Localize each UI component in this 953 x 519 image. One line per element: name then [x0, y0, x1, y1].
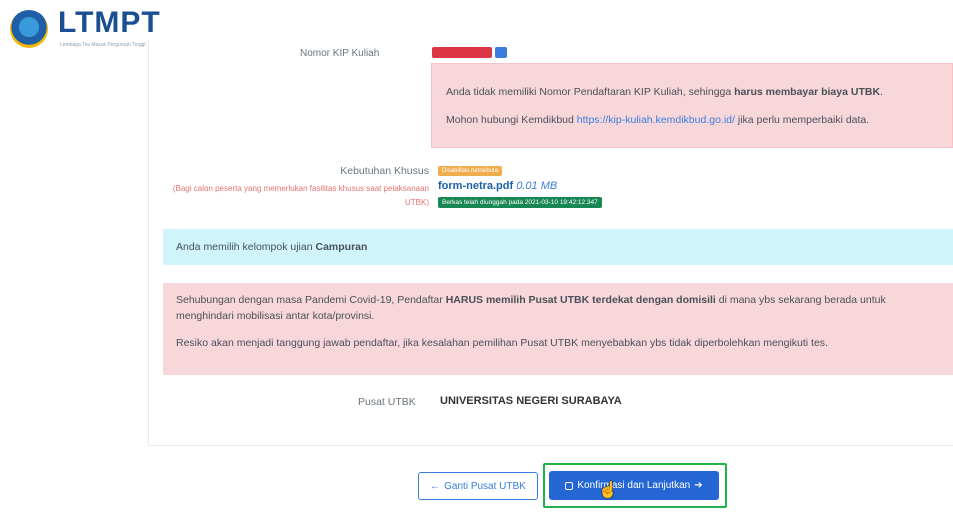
hand-cursor-icon: ☝ [598, 482, 618, 499]
covid-alert-paragraph-1: Sehubungan dengan masa Pandemi Covid-19,… [176, 292, 946, 324]
kelompok-text: Anda memilih kelompok ujian [176, 241, 316, 253]
file-size: 0.01 MB [516, 180, 558, 192]
tut-wuri-handayani-logo-icon [10, 10, 48, 48]
kip-alert: Anda tidak memiliki Nomor Pendaftaran KI… [431, 63, 953, 148]
disability-badge: Disabilitas netra/buta [438, 166, 503, 176]
logo-text: LTMPT [58, 6, 161, 39]
konfirmasi-label: Konfirmasi dan Lanjutkan [577, 480, 691, 491]
arrow-left-icon: ← [430, 480, 441, 492]
ganti-pusat-label: Ganti Pusat UTBK [444, 480, 526, 492]
kip-alert-contact-suffix: jika perlu memperbaiki data. [734, 114, 870, 126]
upload-status-badge: Berkas telah diunggah pada 2021-03-10 19… [438, 197, 602, 208]
kip-alert-line1: Anda tidak memiliki Nomor Pendaftaran KI… [446, 86, 883, 98]
file-name[interactable]: form-netra.pdf [438, 180, 513, 192]
kip-alert-line2: Mohon hubungi Kemdikbud https://kip-kuli… [446, 114, 869, 126]
konfirmasi-lanjutkan-button[interactable]: Konfirmasi dan Lanjutkan ➔ [549, 471, 719, 500]
kip-alert-text: Anda tidak memiliki Nomor Pendaftaran KI… [446, 86, 735, 98]
uploaded-file-link[interactable]: form-netra.pdf 0.01 MB [438, 180, 557, 192]
pusat-utbk-label: Pusat UTBK [358, 396, 416, 408]
covid-bold: HARUS memilih Pusat UTBK terdekat dengan… [445, 294, 716, 306]
save-icon [565, 481, 574, 490]
covid-alert: Sehubungan dengan masa Pandemi Covid-19,… [163, 283, 953, 375]
kip-label: Nomor KIP Kuliah [300, 48, 380, 59]
kip-alert-bold: harus membayar biaya UTBK [734, 86, 881, 98]
covid-text: Sehubungan dengan masa Pandemi Covid-19,… [176, 294, 446, 306]
logo-subtitle: Lembaga Tes Masuk Perguruan Tinggi [60, 42, 146, 48]
kip-alert-period: . [880, 86, 883, 98]
kebutuhan-khusus-note: (Bagi calon peserta yang memerlukan fasi… [172, 184, 429, 207]
kip-info-button[interactable] [495, 47, 507, 58]
kip-alert-contact-text: Mohon hubungi Kemdikbud [446, 114, 577, 126]
kip-kuliah-link[interactable]: https://kip-kuliah.kemdikbud.go.id/ [577, 114, 735, 126]
pusat-utbk-value: UNIVERSITAS NEGERI SURABAYA [440, 395, 622, 407]
covid-alert-paragraph-2: Resiko akan menjadi tanggung jawab penda… [176, 337, 828, 349]
kebutuhan-khusus-label: Kebutuhan Khusus [340, 165, 429, 177]
arrow-right-icon: ➔ [694, 480, 703, 491]
kelompok-value: Campuran [315, 241, 368, 253]
ganti-pusat-button[interactable]: ← Ganti Pusat UTBK [418, 472, 538, 500]
kip-status-badge [432, 47, 492, 58]
kelompok-ujian-text: Anda memilih kelompok ujian Campuran [176, 241, 367, 253]
kelompok-ujian-alert: Anda memilih kelompok ujian Campuran [163, 229, 953, 265]
